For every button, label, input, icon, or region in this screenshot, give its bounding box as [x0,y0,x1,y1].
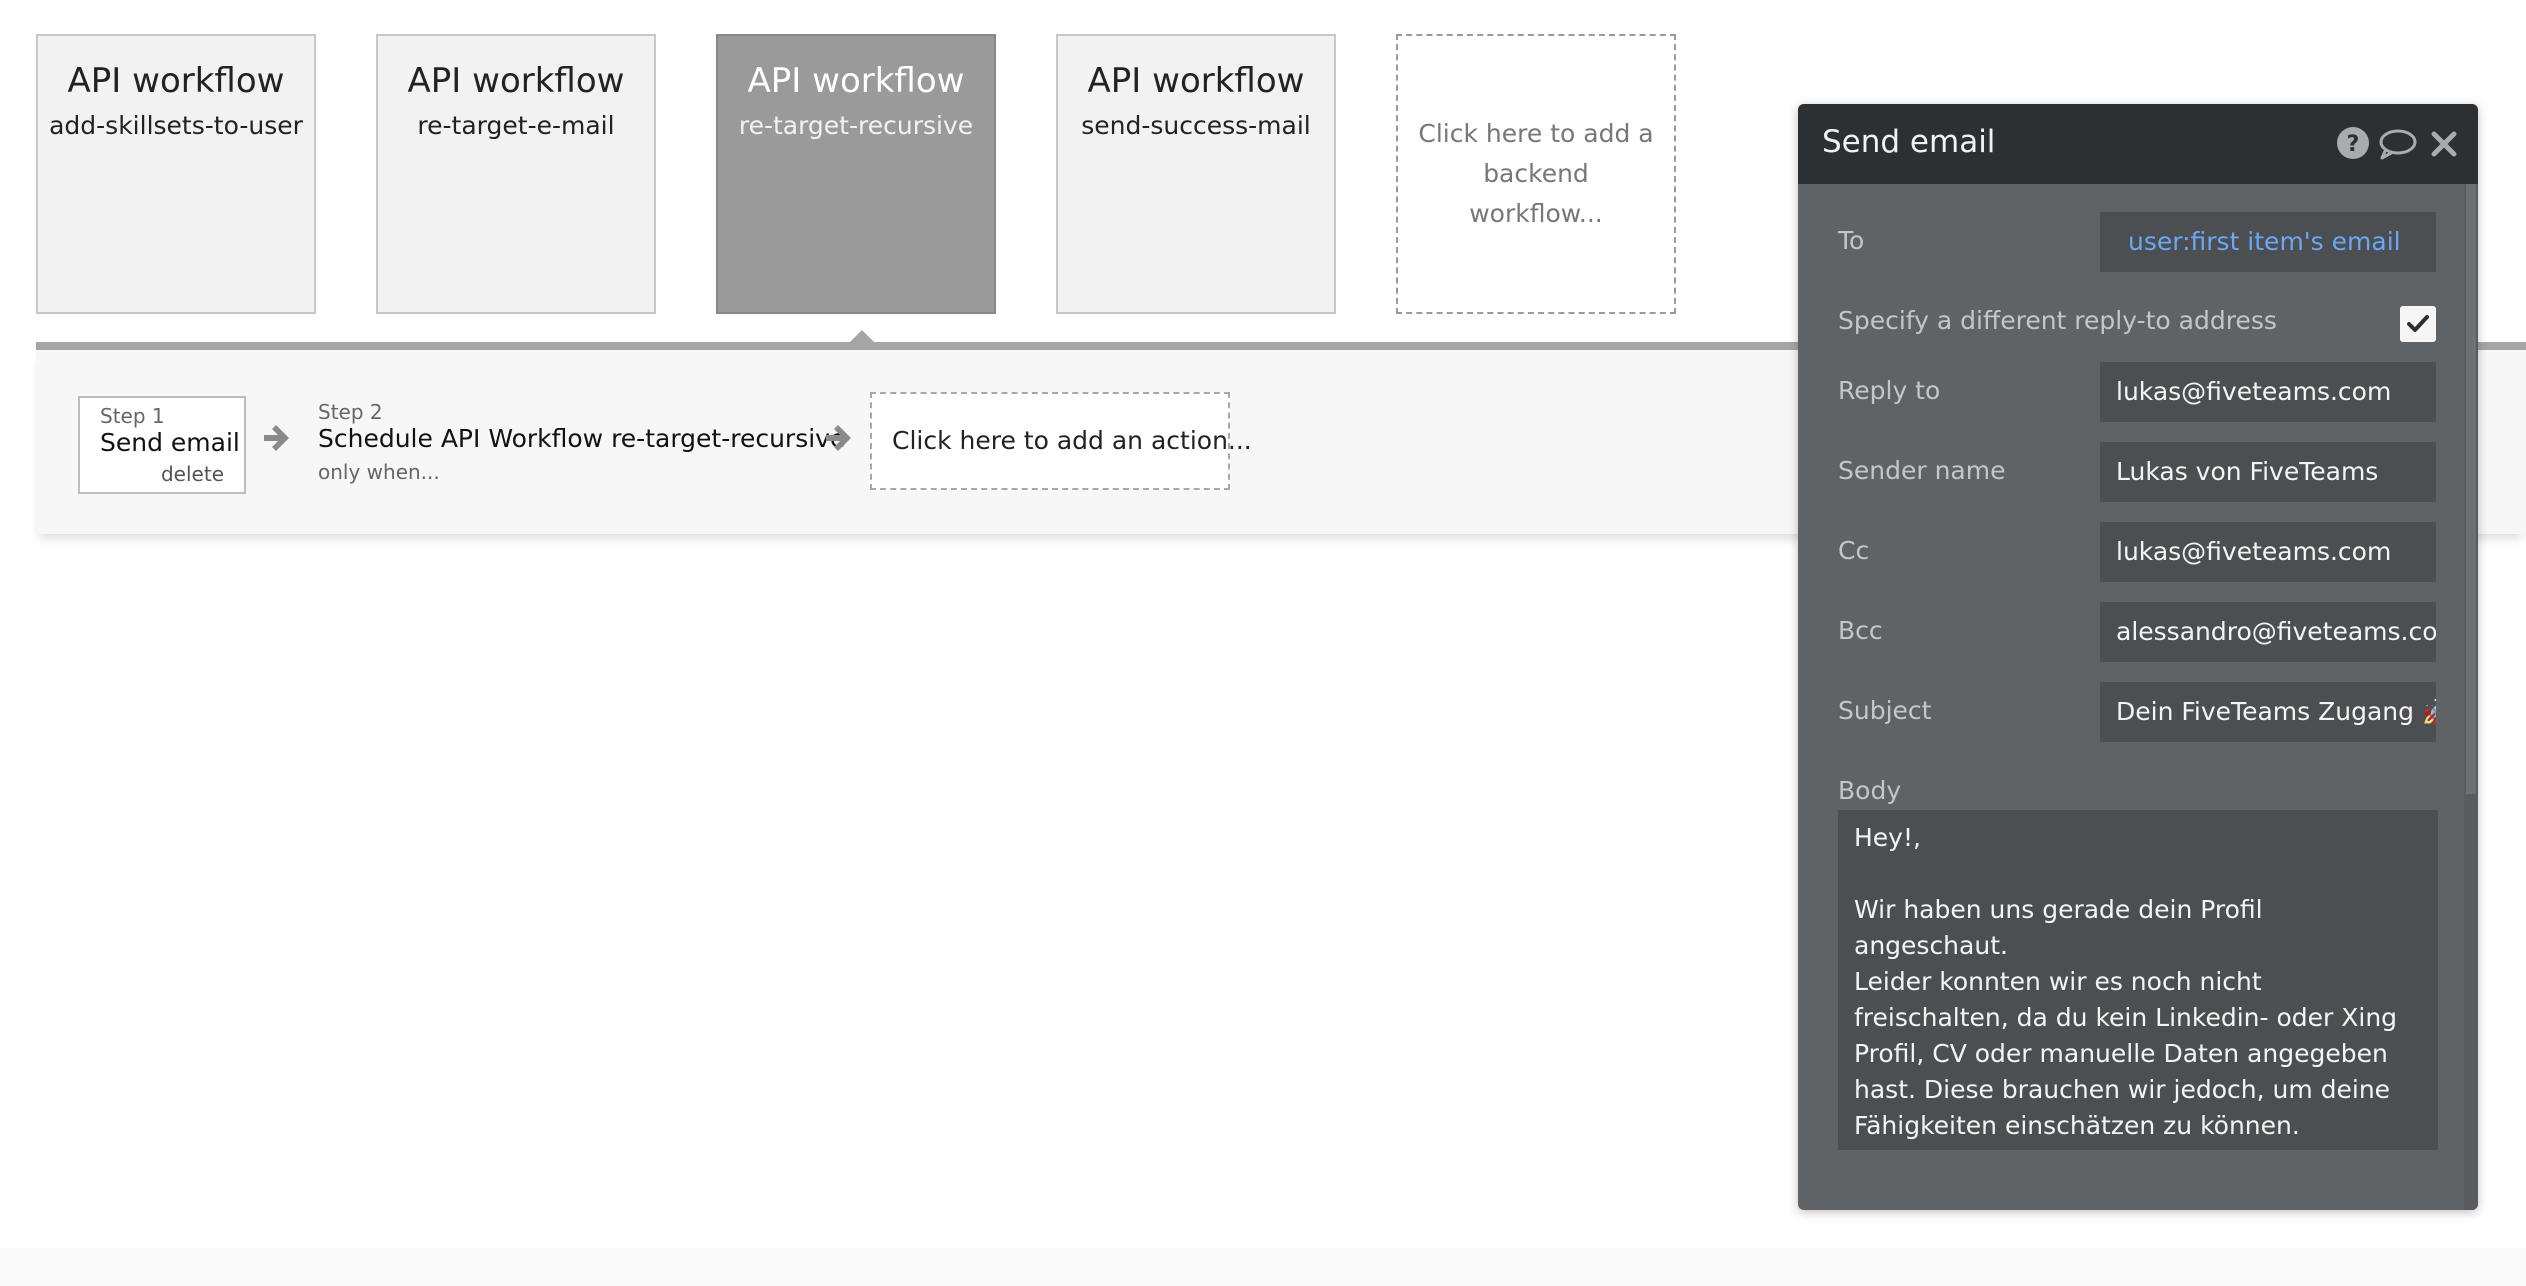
close-icon[interactable] [2430,130,2458,158]
body-textarea[interactable]: Hey!, Wir haben uns gerade dein Profil a… [1838,810,2438,1150]
step-1-card[interactable]: Step 1 Send email delete [78,396,246,494]
arrow-right-icon [264,425,289,451]
workflow-card-name: re-target-recursive [738,111,974,140]
property-editor-title: Send email [1822,124,1996,160]
step-1-label: Step 1 [100,404,165,428]
cc-label: Cc [1838,536,1870,565]
to-field[interactable]: user:first item's email [2100,212,2436,272]
add-backend-workflow-button[interactable]: Click here to add a backend workflow... [1396,34,1676,314]
step-2-title: Schedule API Workflow re-target-recursiv… [318,424,846,453]
subject-label: Subject [1838,696,1932,725]
help-icon[interactable]: ? [2336,126,2370,160]
workflow-card-name: send-success-mail [1081,111,1311,140]
sender-name-field[interactable]: Lukas von FiveTeams [2100,442,2436,502]
sender-name-label: Sender name [1838,456,2006,485]
workflow-card-send-success-mail[interactable]: API workflow send-success-mail [1056,34,1336,314]
step-1-title: Send email [100,428,240,457]
step-2-label: Step 2 [318,400,383,424]
different-reply-to-label: Specify a different reply-to address [1838,306,2277,335]
property-editor-body: To user:first item's email Specify a dif… [1798,184,2478,1210]
workflow-card-name: re-target-e-mail [417,111,615,140]
workflow-card-title: API workflow [747,61,965,101]
workflow-card-re-target-e-mail[interactable]: API workflow re-target-e-mail [376,34,656,314]
reply-to-label: Reply to [1838,376,1941,405]
svg-text:?: ? [2347,132,2360,157]
delete-step-link[interactable]: delete [161,462,224,486]
step-2-condition[interactable]: only when... [318,460,440,484]
workflow-card-title: API workflow [1087,61,1305,101]
workflow-editor-canvas: API workflow add-skillsets-to-user API w… [0,0,2526,1286]
reply-to-field[interactable]: lukas@fiveteams.com [2100,362,2436,422]
to-label: To [1838,226,1865,255]
arrow-right-icon [826,425,851,451]
bcc-label: Bcc [1838,616,1883,645]
send-email-property-editor: Send email ? To user:first item's email … [1798,104,2478,1210]
subject-field[interactable]: Dein FiveTeams Zugang 🚀 [2100,682,2436,742]
body-label: Body [1838,776,1902,805]
canvas-bottom-band [0,1248,2526,1286]
property-editor-header[interactable]: Send email ? [1798,104,2478,184]
workflow-card-title: API workflow [67,61,285,101]
different-reply-to-checkbox[interactable] [2400,306,2436,342]
cc-field[interactable]: lukas@fiveteams.com [2100,522,2436,582]
checkmark-icon [2407,315,2429,332]
add-backend-workflow-label: Click here to add a backend workflow... [1418,119,1654,228]
workflow-card-title: API workflow [407,61,625,101]
bcc-field[interactable]: alessandro@fiveteams.com [2100,602,2436,662]
workflow-card-add-skillsets-to-user[interactable]: API workflow add-skillsets-to-user [36,34,316,314]
scrollbar-thumb[interactable] [2466,184,2476,794]
add-action-button[interactable]: Click here to add an action... [870,392,1252,490]
comment-icon[interactable] [2378,128,2418,160]
workflow-card-re-target-recursive[interactable]: API workflow re-target-recursive [716,34,996,314]
selected-workflow-caret [848,330,876,344]
workflow-card-name: add-skillsets-to-user [49,111,303,140]
